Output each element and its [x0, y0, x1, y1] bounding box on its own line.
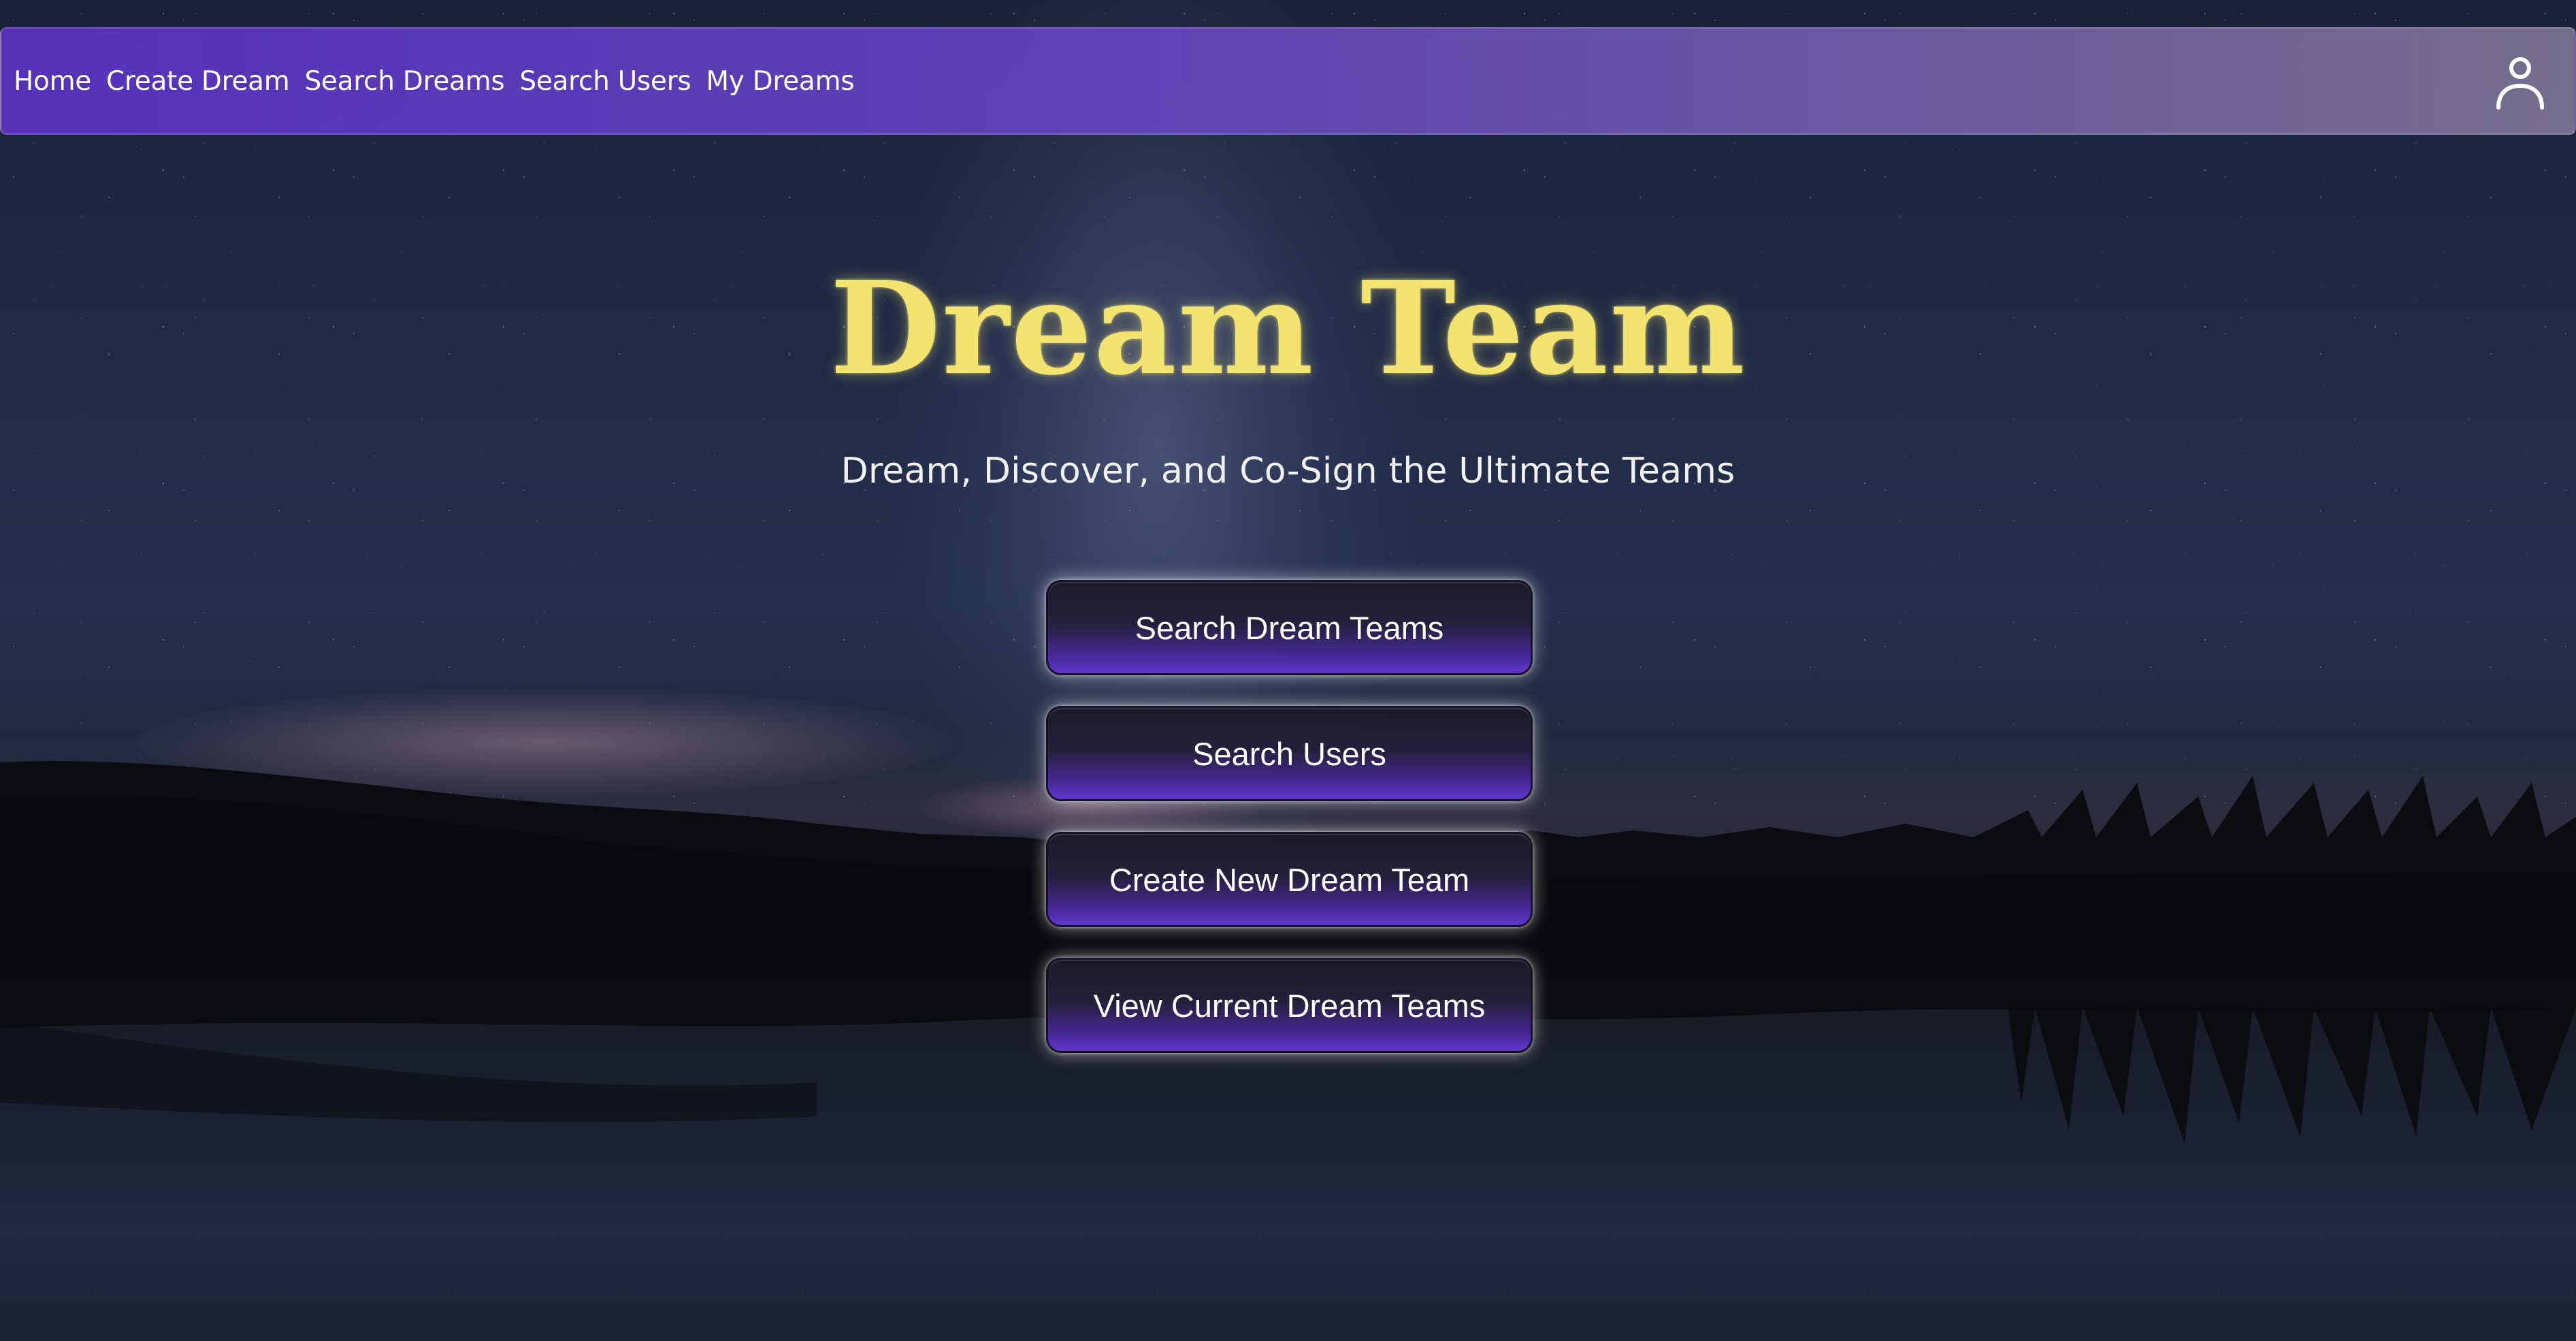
create-new-dream-team-button[interactable]: Create New Dream Team — [1046, 832, 1533, 927]
page-title: Dream Team — [830, 253, 1746, 404]
nav-link-search-dreams[interactable]: Search Dreams — [304, 66, 504, 97]
reflected-stars — [0, 1089, 2576, 1341]
search-users-button[interactable]: Search Users — [1046, 706, 1533, 801]
top-navbar: Home Create Dream Search Dreams Search U… — [0, 27, 2576, 135]
search-dream-teams-button[interactable]: Search Dream Teams — [1046, 580, 1533, 675]
view-current-dream-teams-button[interactable]: View Current Dream Teams — [1046, 958, 1533, 1053]
nav-link-home[interactable]: Home — [14, 66, 91, 97]
page-subtitle: Dream, Discover, and Co-Sign the Ultimat… — [841, 451, 1735, 491]
action-buttons: Search Dream Teams Search Users Create N… — [1046, 580, 1533, 1084]
user-icon[interactable] — [2490, 53, 2550, 113]
nav-link-my-dreams[interactable]: My Dreams — [706, 66, 854, 97]
nav-links: Home Create Dream Search Dreams Search U… — [14, 66, 869, 97]
nav-link-create-dream[interactable]: Create Dream — [106, 66, 290, 97]
nav-link-search-users[interactable]: Search Users — [519, 66, 691, 97]
